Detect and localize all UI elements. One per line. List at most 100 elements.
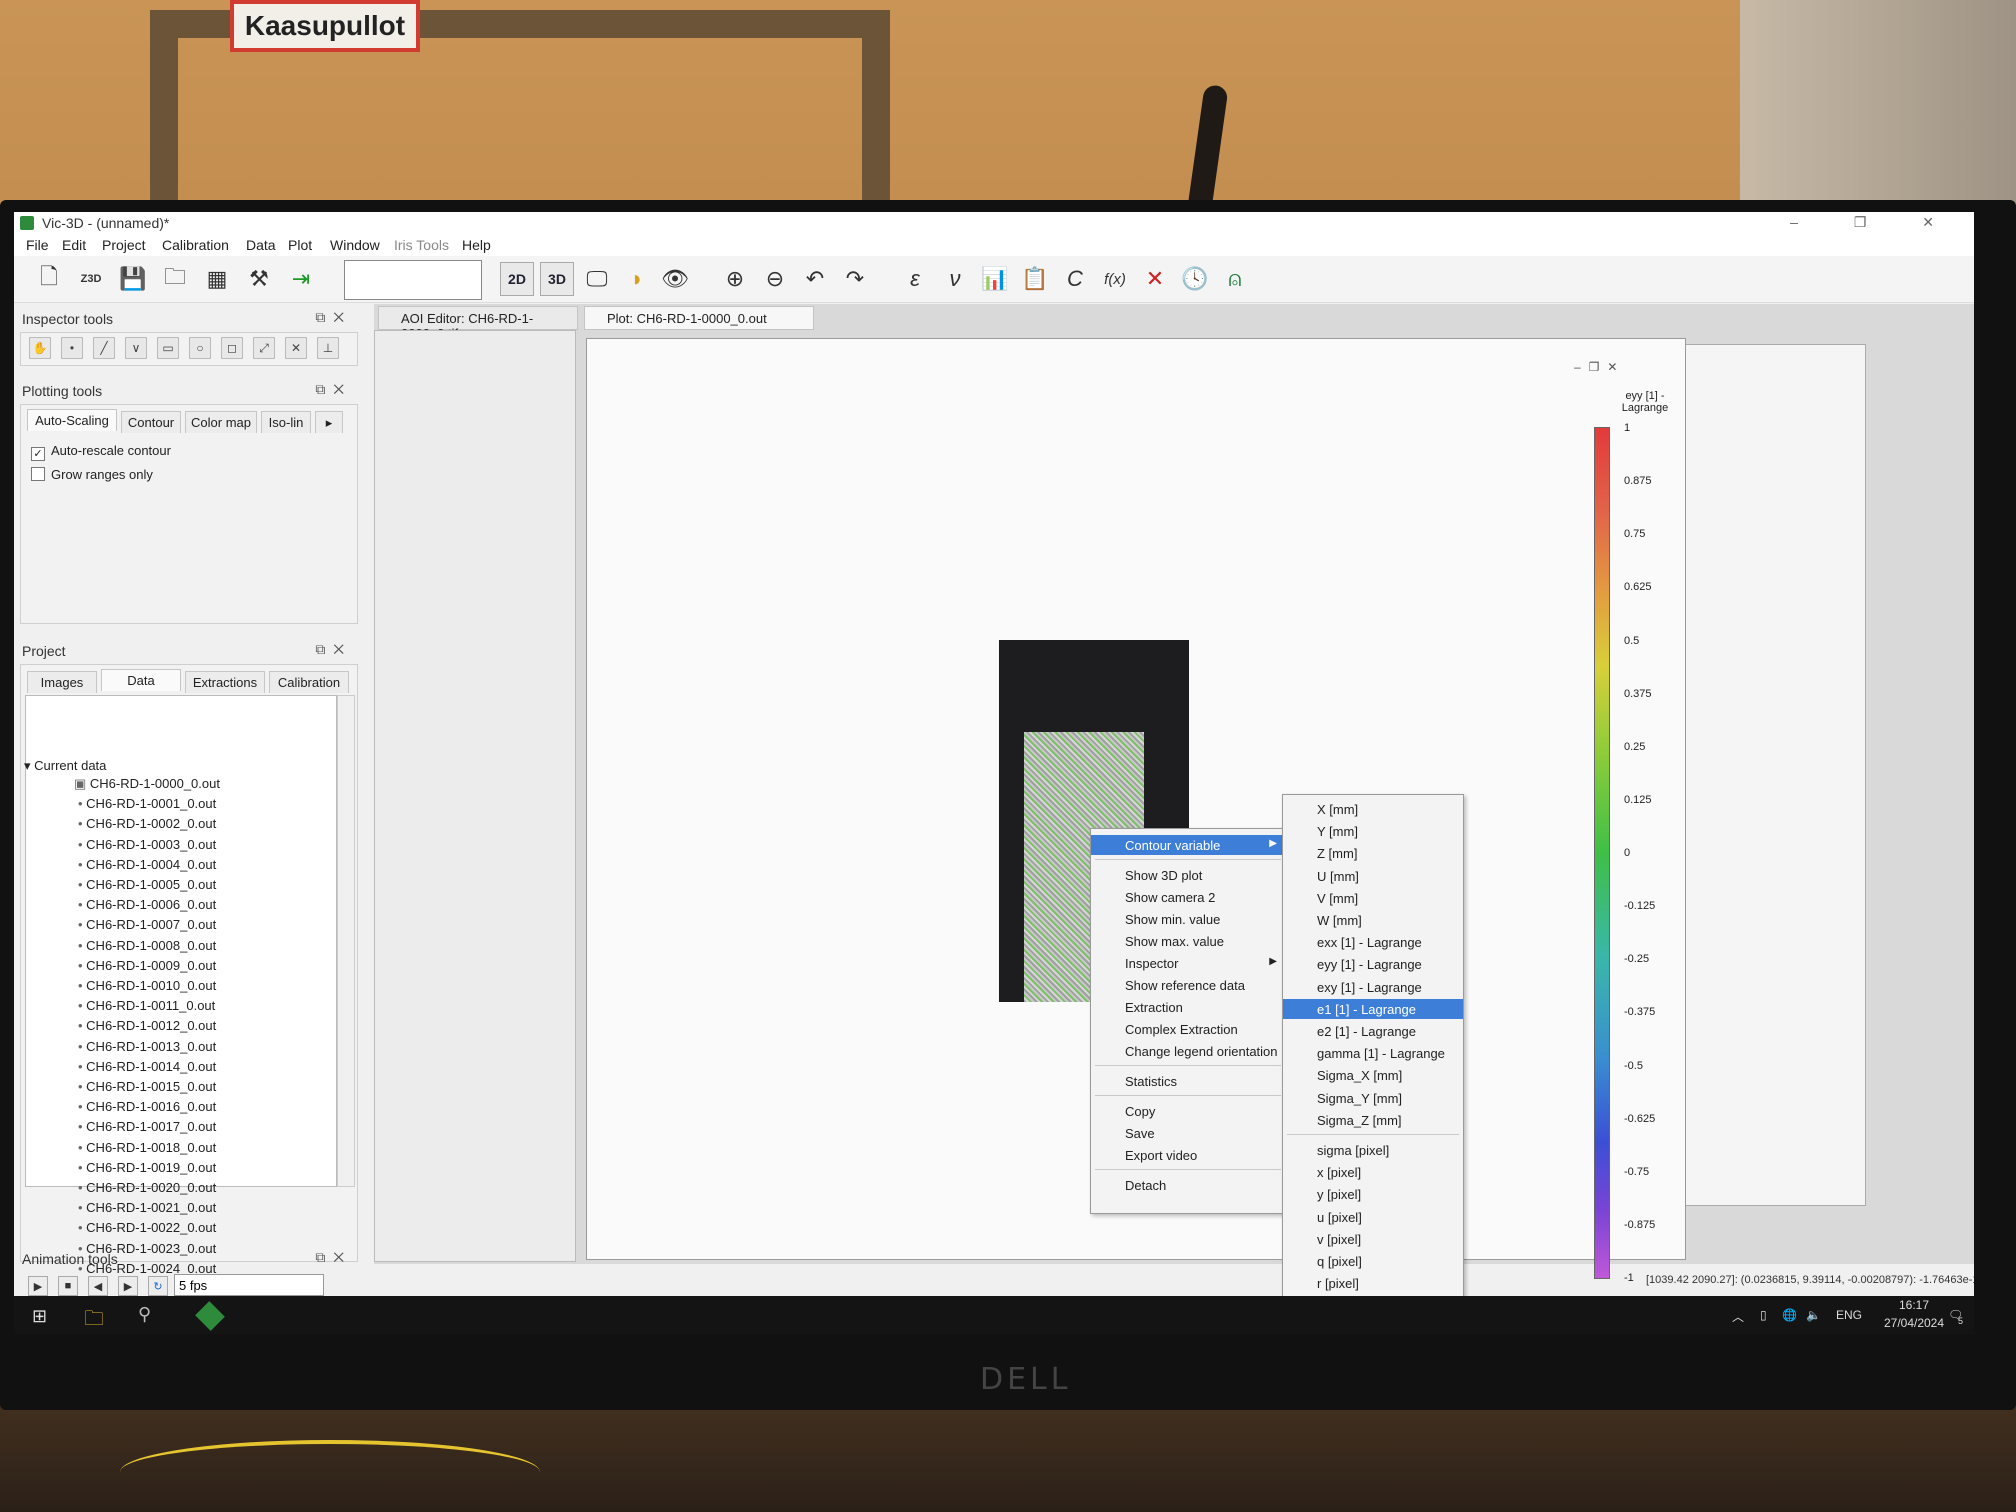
wrench-icon[interactable]: ⚒ [244, 264, 274, 294]
list-item[interactable]: • CH6-RD-1-0016_0.out [78, 1099, 216, 1119]
point-tool-icon[interactable]: • [61, 337, 83, 359]
list-item[interactable]: ▣ CH6-RD-1-0000_0.out [74, 776, 220, 796]
folder-icon[interactable]: 🗀 [160, 264, 190, 294]
window-controls[interactable]: ‒ ❐ ✕ [1790, 214, 1960, 231]
submenu-item[interactable]: v [pixel] [1283, 1229, 1463, 1249]
context-menu-item[interactable]: Show min. value [1091, 909, 1285, 929]
menu-calibration[interactable]: Calibration [162, 237, 229, 253]
windows-start-icon[interactable]: ⊞ [32, 1306, 47, 1327]
menu-window[interactable]: Window [330, 237, 380, 253]
context-menu-item[interactable]: Statistics [1091, 1071, 1285, 1091]
tab-data[interactable]: Data [101, 669, 181, 691]
expand-arrow-icon[interactable]: ▾ [24, 758, 34, 773]
menu-iris-tools[interactable]: Iris Tools [394, 237, 449, 253]
tab-iso-lines[interactable]: Iso-lin [261, 411, 311, 433]
context-menu-item[interactable]: Export video [1091, 1145, 1285, 1165]
line-tool-icon[interactable]: ╱ [93, 337, 115, 359]
panel-controls[interactable]: ⧉✕ [315, 381, 352, 398]
tab-auto-scaling[interactable]: Auto-Scaling [27, 409, 117, 431]
nu-icon[interactable]: ν [940, 264, 970, 294]
submenu-item[interactable]: V [mm] [1283, 888, 1463, 908]
list-item[interactable]: • CH6-RD-1-0003_0.out [78, 837, 216, 857]
menu-plot[interactable]: Plot [288, 237, 312, 253]
redo-icon[interactable]: ↷ [840, 264, 870, 294]
tab-images[interactable]: Images [27, 671, 97, 693]
submenu-item[interactable]: exx [1] - Lagrange [1283, 932, 1463, 952]
delete-icon[interactable]: ✕ [1140, 264, 1170, 294]
submenu-item[interactable]: u [pixel] [1283, 1207, 1463, 1227]
auto-rescale-checkbox[interactable]: ✓ Auto-rescale contour [31, 443, 171, 461]
submenu-item[interactable]: Sigma_Y [mm] [1283, 1088, 1463, 1108]
fps-select[interactable]: 5 fps [174, 1274, 324, 1296]
tab-calibration[interactable]: Calibration [269, 671, 349, 693]
submenu-item[interactable]: exy [1] - Lagrange [1283, 977, 1463, 997]
clock-icon[interactable]: 🕓 [1180, 264, 1210, 294]
eye-icon[interactable]: 👁 [660, 264, 690, 294]
list-item[interactable]: • CH6-RD-1-0001_0.out [78, 796, 216, 816]
submenu-item[interactable]: Sigma_X [mm] [1283, 1065, 1463, 1085]
gauge-tool-icon[interactable]: ⤢ [253, 337, 275, 359]
list-item[interactable]: • CH6-RD-1-0017_0.out [78, 1119, 216, 1139]
plot-window-controls[interactable]: ‒❐✕ [1574, 360, 1664, 378]
submenu-item[interactable]: q [pixel] [1283, 1251, 1463, 1271]
axis-tool-icon[interactable]: ⊥ [317, 337, 339, 359]
list-item[interactable]: • CH6-RD-1-0004_0.out [78, 857, 216, 877]
function-icon[interactable]: f(x) [1100, 264, 1130, 294]
list-item[interactable]: • CH6-RD-1-0019_0.out [78, 1160, 216, 1180]
zoom-in-icon[interactable]: ⊕ [720, 264, 750, 294]
submenu-item[interactable]: x [pixel] [1283, 1162, 1463, 1182]
list-item[interactable]: • CH6-RD-1-0005_0.out [78, 877, 216, 897]
list-item[interactable]: • CH6-RD-1-0002_0.out [78, 816, 216, 836]
context-menu-item[interactable]: Change legend orientation [1091, 1041, 1285, 1061]
volume-icon[interactable]: 🔈 [1806, 1308, 1821, 1322]
c-icon[interactable]: C [1060, 264, 1090, 294]
open-z3d-icon[interactable]: Z3D [76, 264, 106, 294]
monitor-icon[interactable]: 🖵 [582, 264, 612, 294]
context-menu-item[interactable]: Show max. value [1091, 931, 1285, 951]
hand-tool-icon[interactable]: ✋ [29, 337, 51, 359]
submenu-item[interactable]: Z [mm] [1283, 843, 1463, 863]
view-2d-button[interactable]: 2D [500, 262, 534, 296]
network-icon[interactable]: 🌐 [1782, 1308, 1797, 1322]
menu-project[interactable]: Project [102, 237, 146, 253]
clock-time[interactable]: 16:17 [1884, 1298, 1944, 1312]
run-icon[interactable]: ⇥ [286, 264, 316, 294]
list-item[interactable]: • CH6-RD-1-0021_0.out [78, 1200, 216, 1220]
list-item[interactable]: • CH6-RD-1-0007_0.out [78, 917, 216, 937]
list-item[interactable]: • CH6-RD-1-0010_0.out [78, 978, 216, 998]
rect-tool-icon[interactable]: ▭ [157, 337, 179, 359]
submenu-item[interactable]: Y [mm] [1283, 821, 1463, 841]
tab-aoi-editor[interactable]: AOI Editor: CH6-RD-1-0000_0.tif [378, 306, 578, 341]
context-menu-item[interactable]: Detach [1091, 1175, 1285, 1195]
tab-color-map[interactable]: Color map [185, 411, 257, 433]
context-menu-item[interactable]: Complex Extraction [1091, 1019, 1285, 1039]
stop-icon[interactable]: ■ [58, 1276, 78, 1296]
strain-epsilon-icon[interactable]: ε [900, 264, 930, 294]
pinned-app-icon[interactable]: ⚲ [138, 1304, 151, 1325]
list-item[interactable]: • CH6-RD-1-0020_0.out [78, 1180, 216, 1200]
list-item[interactable]: • CH6-RD-1-0008_0.out [78, 938, 216, 958]
context-menu-item[interactable]: Inspector ▶ [1091, 953, 1285, 973]
zoom-out-icon[interactable]: ⊖ [760, 264, 790, 294]
list-item[interactable]: • CH6-RD-1-0012_0.out [78, 1018, 216, 1038]
context-menu-item[interactable]: Copy [1091, 1101, 1285, 1121]
submenu-item[interactable]: sigma [pixel] [1283, 1140, 1463, 1160]
clock-date[interactable]: 27/04/2024 [1874, 1316, 1954, 1330]
file-explorer-icon[interactable]: 🗀 [84, 1304, 104, 1334]
menu-help[interactable]: Help [462, 237, 491, 253]
tree-scrollbar[interactable] [337, 695, 355, 1187]
grow-ranges-checkbox[interactable]: Grow ranges only [31, 467, 153, 482]
language-indicator[interactable]: ENG [1836, 1308, 1862, 1322]
menu-file[interactable]: File [26, 237, 49, 253]
list-item[interactable]: • CH6-RD-1-0018_0.out [78, 1140, 216, 1160]
submenu-item[interactable]: r [pixel] [1283, 1273, 1463, 1293]
circle-tool-icon[interactable]: ○ [189, 337, 211, 359]
list-item[interactable]: • CH6-RD-1-0006_0.out [78, 897, 216, 917]
tab-contour[interactable]: Contour [121, 411, 181, 433]
context-menu-item[interactable]: Show reference data [1091, 975, 1285, 995]
loop-icon[interactable]: ↻ [148, 1276, 168, 1296]
panel-controls[interactable]: ⧉✕ [315, 1249, 352, 1266]
target-icon[interactable]: ◑ [620, 264, 650, 294]
submenu-item[interactable]: e1 [1] - Lagrange [1283, 998, 1463, 1019]
new-file-icon[interactable]: 🗋 [34, 264, 64, 294]
